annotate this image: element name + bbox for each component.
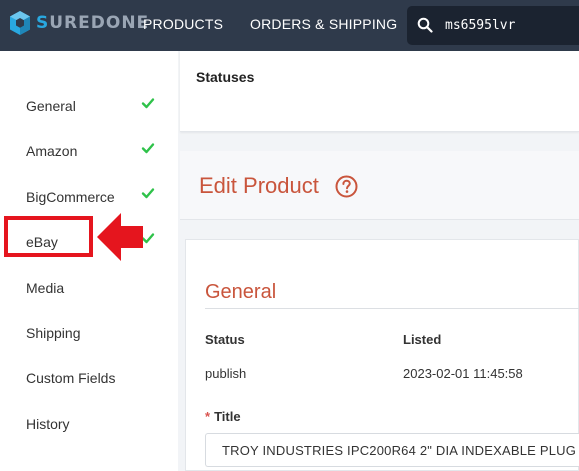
search-input[interactable] [445,15,579,35]
sidebar-item-label: BigCommerce [26,189,115,205]
sidebar-item-general[interactable]: General [26,95,156,117]
sidebar-item-label: Custom Fields [26,370,116,386]
suredone-cube-icon [10,11,30,35]
statuses-title: Statuses [196,69,255,85]
sidebar-item-amazon[interactable]: Amazon [26,140,156,162]
sidebar-item-shipping[interactable]: Shipping [26,322,156,344]
required-marker: * [205,409,211,424]
section-title-general: General [205,281,277,303]
general-section-card: General Status Listed publish 2023-02-01… [185,239,579,471]
nav-products[interactable]: PRODUCTS [143,16,223,32]
statuses-panel: Statuses [180,51,579,132]
page-title: Edit Product [199,173,319,198]
sidebar-item-custom-fields[interactable]: Custom Fields [26,367,156,389]
status-value: publish [205,366,247,381]
brand-name: SUREDONE [36,13,150,33]
title-input[interactable] [205,433,579,467]
checkmark-icon [141,188,155,199]
sidebar-item-label: Amazon [26,143,78,159]
search-icon [417,17,433,33]
nav-orders-shipping[interactable]: ORDERS & SHIPPING [250,16,397,32]
suredone-logo[interactable]: SUREDONE [9,9,149,37]
edit-product-header: Edit Product [180,151,579,220]
sidebar-item-label: History [26,416,70,432]
checkmark-icon [141,233,155,244]
search-box[interactable] [407,6,579,45]
status-header: Status [205,332,245,347]
sidebar-item-media[interactable]: Media [26,277,156,299]
annotation-arrow-icon [97,213,143,261]
sidebar-item-bigcommerce[interactable]: BigCommerce [26,186,156,208]
sidebar-item-label: General [26,98,76,114]
title-field-label: * Title [205,409,241,424]
sidebar-item-history[interactable]: History [26,413,156,435]
listed-header: Listed [403,332,442,347]
divider [205,308,579,309]
top-navbar: SUREDONE PRODUCTS ORDERS & SHIPPING [0,0,579,51]
checkmark-icon [141,98,155,109]
listed-value: 2023-02-01 11:45:58 [403,366,523,381]
annotation-highlight-box [4,216,93,257]
sidebar-item-label: Shipping [26,325,81,341]
sidebar-item-label: Media [26,280,65,296]
checkmark-icon [141,143,155,154]
help-icon[interactable] [335,175,358,198]
